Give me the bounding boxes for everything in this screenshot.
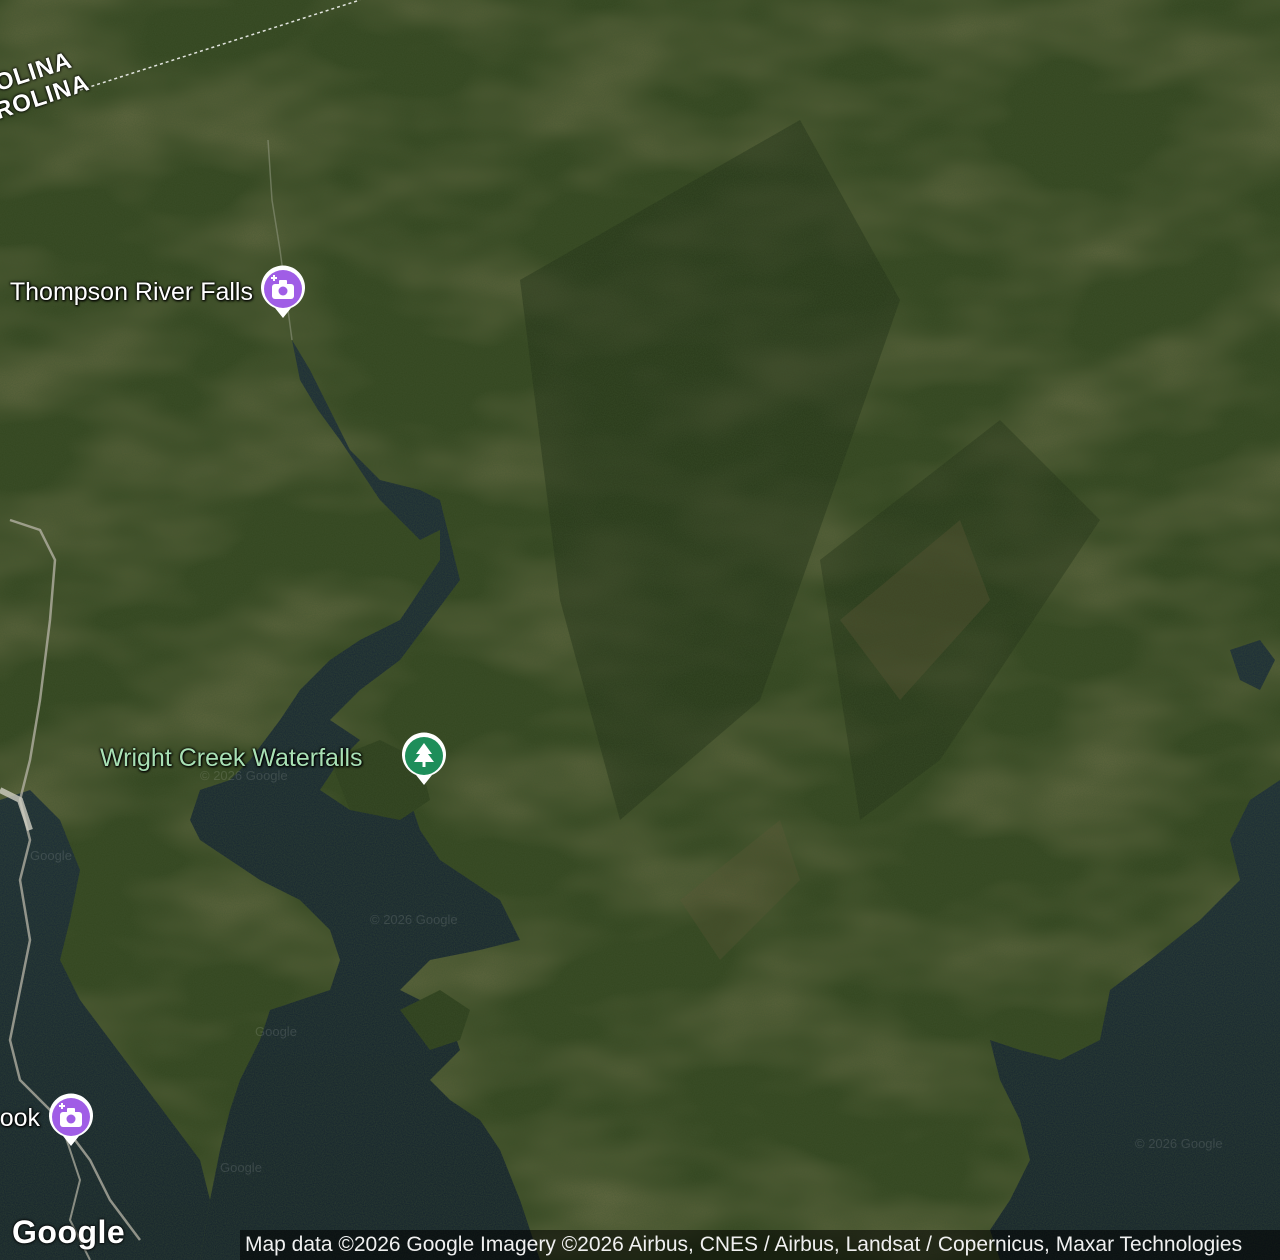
camera-icon[interactable] — [46, 1092, 96, 1148]
map-attribution[interactable]: Map data ©2026 Google Imagery ©2026 Airb… — [240, 1230, 1280, 1260]
tree-icon[interactable] — [399, 731, 449, 787]
map-watermark: Google — [30, 848, 72, 863]
map-watermark: Google — [220, 1160, 262, 1175]
place-label-wright-creek-waterfalls[interactable]: Wright Creek Waterfalls — [100, 744, 363, 773]
place-label-ook[interactable]: ook — [0, 1104, 40, 1133]
place-label-thompson-river-falls[interactable]: Thompson River Falls — [10, 278, 253, 307]
map-watermark: Google — [255, 1024, 297, 1039]
map-watermark: © 2026 Google — [1135, 1136, 1223, 1151]
google-logo: Google — [12, 1214, 126, 1250]
camera-icon[interactable] — [258, 264, 308, 320]
map-watermark: © 2026 Google — [370, 912, 458, 927]
satellite-map[interactable] — [0, 0, 1280, 1260]
canopy-texture — [0, 0, 1280, 1260]
